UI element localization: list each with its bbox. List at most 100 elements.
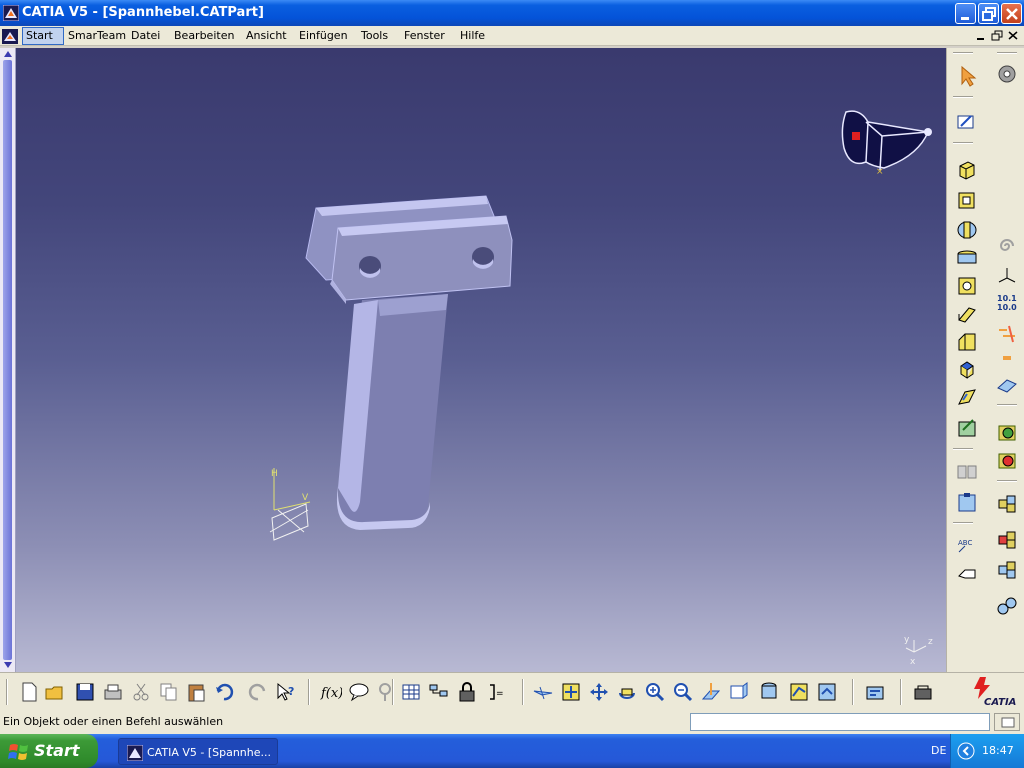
menu-tools[interactable]: Tools — [361, 29, 388, 42]
command-input[interactable] — [690, 713, 990, 731]
svg-text:=: = — [496, 689, 504, 699]
measure-icon[interactable]: 10.110.0 — [995, 290, 1019, 314]
menu-hilfe[interactable]: Hilfe — [460, 29, 485, 42]
lock-icon[interactable] — [456, 681, 478, 703]
restore-button[interactable] — [978, 3, 999, 24]
fillet-icon[interactable] — [955, 302, 979, 326]
save-icon[interactable] — [74, 681, 96, 703]
open-icon[interactable] — [44, 681, 66, 703]
redo-icon[interactable] — [246, 681, 268, 703]
spiral-icon[interactable] — [995, 234, 1019, 258]
whats-this-icon[interactable]: ? — [274, 681, 296, 703]
menu-bearbeiten[interactable]: Bearbeiten — [174, 29, 234, 42]
pan-icon[interactable] — [588, 681, 610, 703]
update-icon[interactable] — [864, 681, 886, 703]
sketch-icon[interactable] — [955, 110, 979, 134]
tree-icon[interactable] — [428, 681, 450, 703]
copy-icon[interactable] — [158, 681, 180, 703]
apply-material-icon[interactable] — [995, 420, 1019, 444]
tray-expand-icon[interactable] — [957, 742, 975, 760]
print-icon[interactable] — [102, 681, 124, 703]
catia-settings-icon[interactable] — [912, 681, 934, 703]
command-icon — [1001, 717, 1015, 728]
table-icon[interactable] — [400, 681, 422, 703]
fly-mode-icon[interactable] — [532, 681, 554, 703]
text-annotation-icon[interactable]: ABC — [955, 534, 979, 558]
render-icon[interactable] — [995, 448, 1019, 472]
doc-restore-icon[interactable] — [990, 29, 1004, 42]
part-geometry: H V × y z x — [269, 110, 933, 667]
dimension-icon[interactable] — [995, 348, 1019, 372]
normal-view-icon[interactable] — [700, 681, 722, 703]
pad-icon[interactable] — [955, 158, 979, 182]
axis-label-z: z — [928, 637, 933, 647]
hole-icon[interactable] — [955, 274, 979, 298]
draft-icon[interactable] — [955, 358, 979, 382]
3d-viewport[interactable]: H V × y z x — [16, 48, 946, 672]
comment-icon[interactable] — [348, 681, 370, 703]
swap-visible-icon[interactable] — [816, 681, 838, 703]
pattern-icon[interactable] — [955, 490, 979, 514]
gear-icon[interactable] — [995, 62, 1019, 86]
command-button[interactable] — [994, 713, 1020, 731]
scroll-down-icon[interactable] — [3, 661, 13, 669]
cut-icon[interactable] — [130, 681, 152, 703]
surface-icon[interactable] — [995, 374, 1019, 398]
constraint-icon[interactable] — [995, 322, 1019, 346]
sphere-icon[interactable] — [995, 594, 1019, 618]
doc-close-icon[interactable] — [1006, 29, 1020, 42]
doc-minimize-icon[interactable] — [974, 29, 988, 42]
svg-text:10.0: 10.0 — [997, 303, 1017, 312]
assembly-icon[interactable] — [995, 492, 1019, 516]
formula-icon[interactable]: f(x) — [320, 681, 342, 703]
shell-icon[interactable] — [955, 386, 979, 410]
new-icon[interactable] — [18, 681, 40, 703]
vertical-scrollbar[interactable] — [0, 48, 16, 672]
undo-icon[interactable] — [214, 681, 236, 703]
chamfer-icon[interactable] — [955, 330, 979, 354]
select-arrow-icon[interactable] — [957, 64, 981, 88]
menu-ansicht[interactable]: Ansicht — [246, 29, 287, 42]
rotate-icon[interactable] — [616, 681, 638, 703]
axis-label-y: y — [904, 635, 910, 645]
menu-einfuegen[interactable]: Einfügen — [299, 29, 348, 42]
axis-system-icon[interactable] — [995, 264, 1019, 288]
start-button[interactable]: Start — [0, 734, 98, 768]
compass-widget[interactable]: × — [841, 110, 932, 177]
hide-show-icon[interactable] — [788, 681, 810, 703]
menu-start[interactable]: Start — [26, 29, 53, 42]
svg-text:?: ? — [288, 685, 294, 698]
catalog-icon[interactable] — [995, 528, 1019, 552]
menu-fenster[interactable]: Fenster — [404, 29, 445, 42]
start-label: Start — [34, 741, 80, 760]
menu-smarteam[interactable]: SmarTeam — [68, 29, 126, 42]
rib-icon[interactable] — [955, 246, 979, 270]
thickness-icon[interactable] — [955, 416, 979, 440]
mirror-icon[interactable] — [955, 460, 979, 484]
paste-icon[interactable] — [186, 681, 208, 703]
render-style-icon[interactable] — [758, 681, 780, 703]
pocket-icon[interactable] — [955, 188, 979, 212]
view-icon[interactable] — [728, 681, 750, 703]
zoom-in-icon[interactable] — [644, 681, 666, 703]
zoom-out-icon[interactable] — [672, 681, 694, 703]
catia-app-icon[interactable] — [3, 5, 19, 21]
close-button[interactable] — [1001, 3, 1022, 24]
language-indicator[interactable]: DE — [931, 744, 946, 757]
shaft-icon[interactable] — [955, 218, 979, 242]
taskbar-item-label: CATIA V5 - [Spannhe... — [147, 746, 271, 759]
scroll-up-icon[interactable] — [3, 50, 13, 58]
fit-all-icon[interactable] — [560, 681, 582, 703]
windows-logo-icon — [8, 744, 28, 760]
flag-note-icon[interactable] — [955, 562, 979, 586]
parameters-icon[interactable]: = — [486, 681, 508, 703]
catia-menu-icon[interactable] — [2, 29, 18, 44]
menu-datei[interactable]: Datei — [131, 29, 160, 42]
taskbar-item-catia[interactable]: CATIA V5 - [Spannhe... — [118, 738, 278, 765]
boolean-icon[interactable] — [995, 558, 1019, 582]
taskbar: Start CATIA V5 - [Spannhe... DE 18:47 — [0, 734, 1024, 768]
svg-text:×: × — [876, 167, 884, 177]
minimize-button[interactable] — [955, 3, 976, 24]
close-icon — [1006, 8, 1018, 20]
scrollbar-thumb[interactable] — [3, 60, 12, 660]
